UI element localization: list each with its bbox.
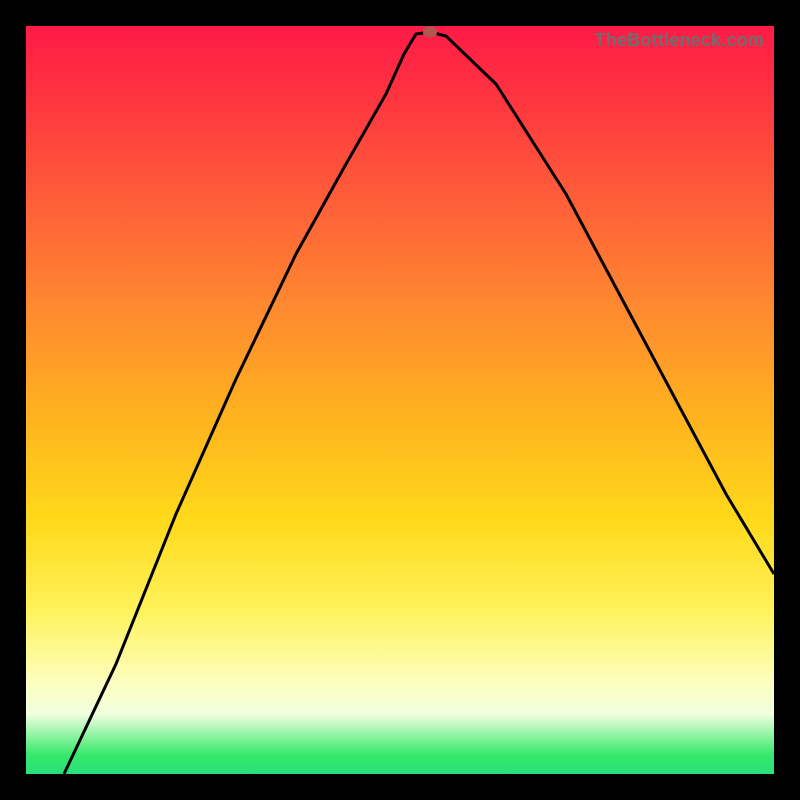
plot-area: TheBottleneck.com: [26, 26, 774, 774]
chart-frame: TheBottleneck.com: [0, 0, 800, 800]
curve-path: [64, 32, 774, 774]
bottleneck-curve: [26, 26, 774, 774]
optimal-point-marker: [423, 27, 437, 38]
